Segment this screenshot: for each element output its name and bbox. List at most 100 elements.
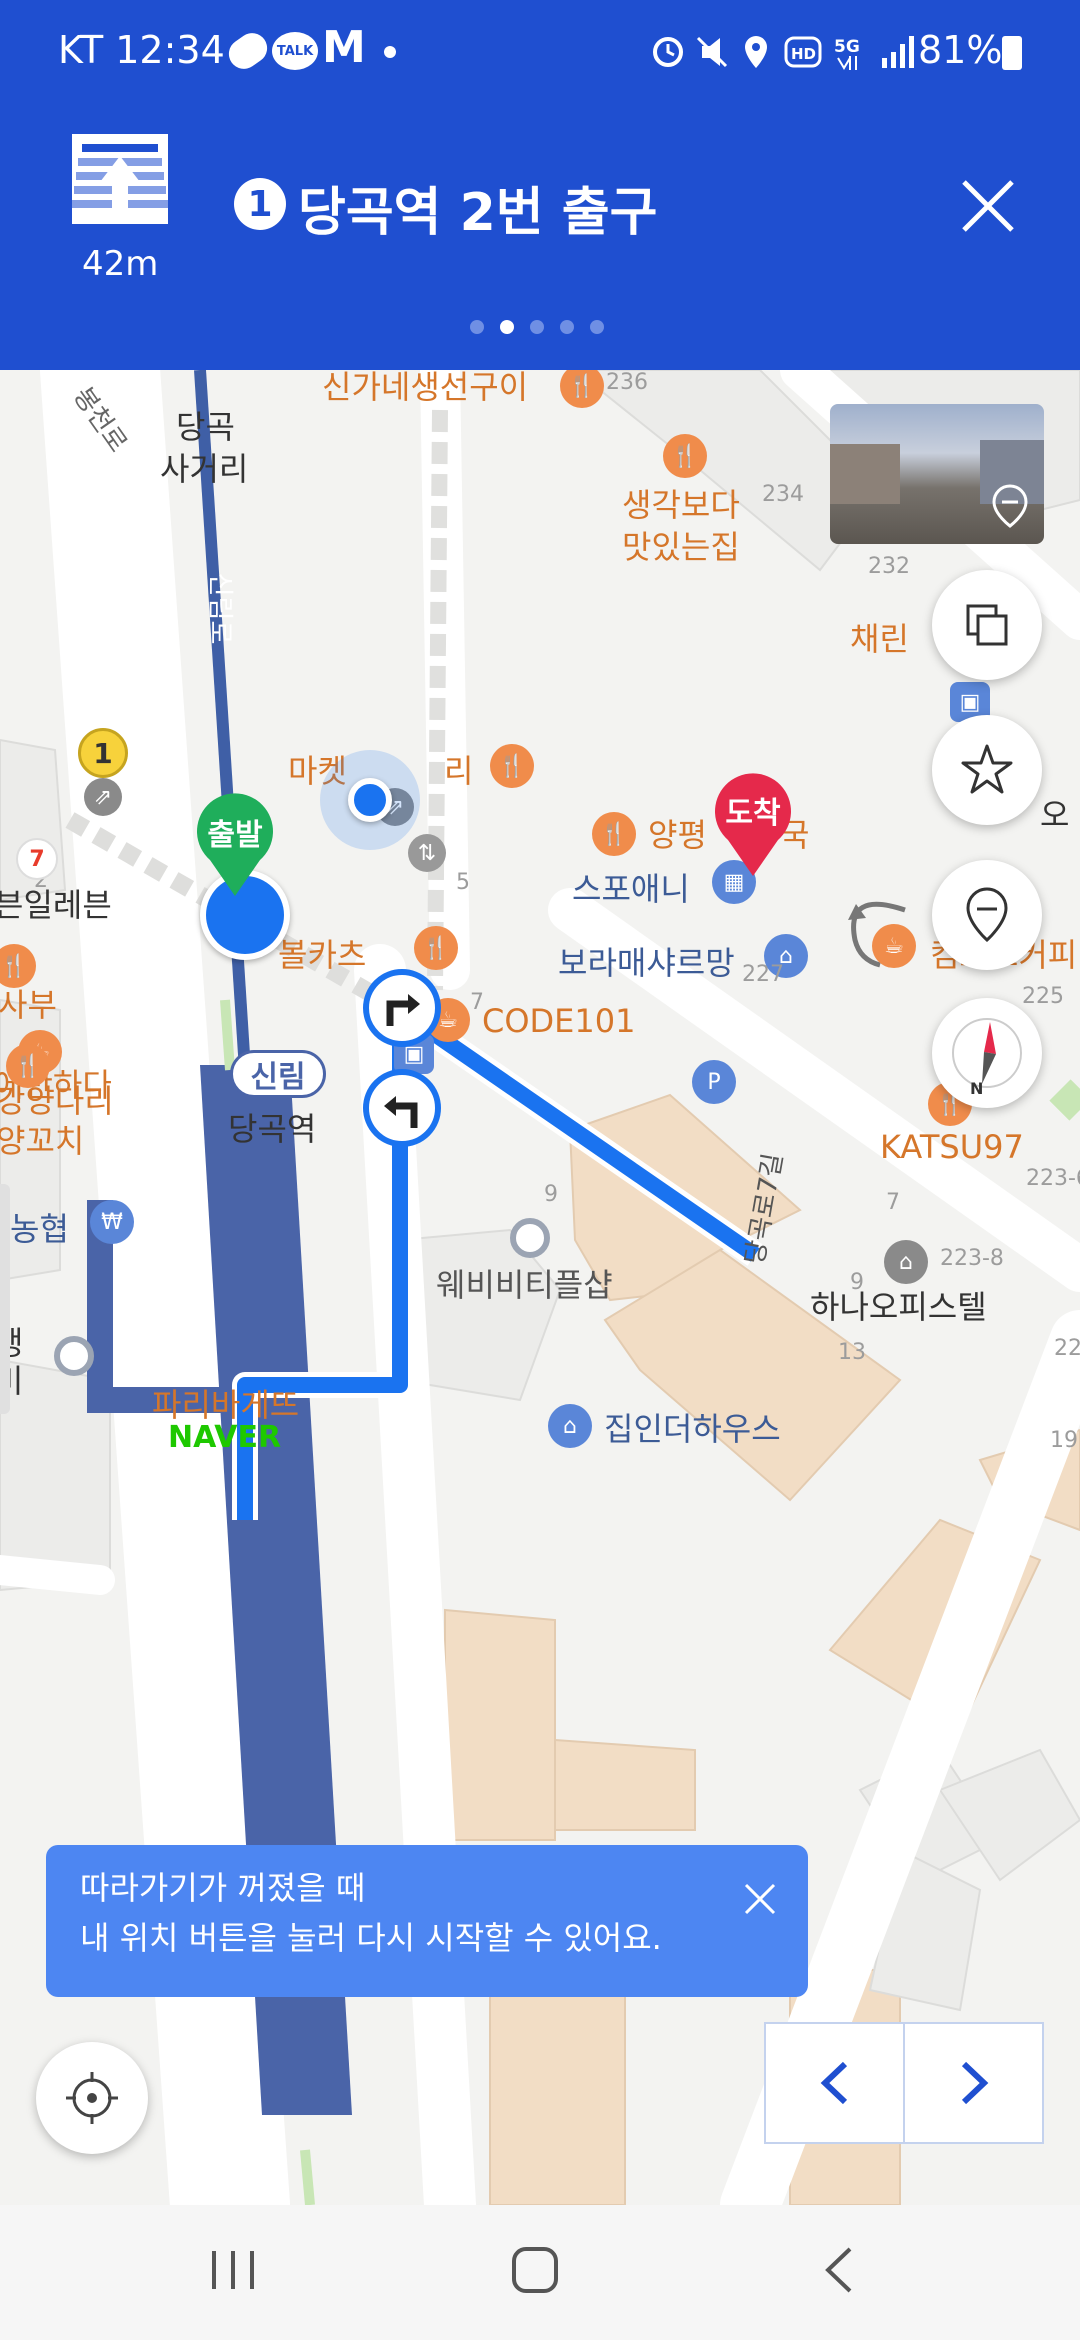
- star-icon: [961, 744, 1013, 794]
- pill-icon: [223, 27, 273, 75]
- navigation-header: KT 12:34 TALK M HD 5G 81% 42m 1 당곡역 2번 출…: [0, 0, 1080, 370]
- restaurant-icon: 🍴: [490, 744, 534, 788]
- address-number: 232: [868, 554, 910, 579]
- compass-icon: N: [952, 1018, 1022, 1098]
- nav-back-icon[interactable]: [820, 2245, 860, 2295]
- bank-icon: ₩: [90, 1200, 134, 1244]
- naver-logo: NAVER: [168, 1420, 282, 1455]
- more-notifications-icon: [384, 46, 396, 58]
- building-shape: [830, 444, 900, 504]
- address-number: 223-8: [940, 1246, 1004, 1271]
- poi-label: 보라매샤르망: [558, 944, 735, 982]
- compass-button[interactable]: N: [932, 998, 1042, 1108]
- status-time: KT 12:34: [58, 28, 225, 72]
- address-number: 9: [544, 1182, 558, 1207]
- layers-icon: [966, 604, 1008, 646]
- address-number: 234: [762, 482, 804, 507]
- chevron-right-icon: [961, 2061, 988, 2105]
- address-number: 7: [886, 1190, 900, 1215]
- my-location-icon: [66, 2072, 118, 2124]
- place-label: 당곡: [176, 408, 235, 446]
- place-label: 사거리: [160, 450, 249, 488]
- svg-text:5G: 5G: [834, 37, 860, 57]
- building-icon: ⌂: [884, 1240, 928, 1284]
- nav-recents-icon[interactable]: [208, 2245, 258, 2295]
- poi-label: KATSU97: [880, 1128, 1024, 1166]
- poi-label: 신가네생선구이: [322, 370, 529, 406]
- subway-exit-badge[interactable]: 1: [78, 728, 128, 778]
- end-pin-label: 도착: [725, 796, 781, 831]
- poi-label: 스포애니: [572, 870, 690, 908]
- route-turn-right-icon: [363, 969, 441, 1047]
- address-number: 225: [1022, 984, 1064, 1009]
- step-page-indicator[interactable]: [462, 320, 612, 340]
- stairs-exit-icon: [72, 134, 168, 224]
- poi-label: 채린: [850, 620, 909, 658]
- poi-label: 하나오피스텔: [810, 1288, 987, 1326]
- page-dot[interactable]: [470, 320, 484, 334]
- poi-label: 양평: [648, 816, 707, 854]
- page-dot[interactable]: [530, 320, 544, 334]
- poi-label: 집인더하우스: [604, 1410, 781, 1448]
- step-navigation: [764, 2022, 1044, 2144]
- poi-label: 생각보다: [622, 486, 740, 524]
- location-pin-icon: [992, 484, 1028, 528]
- close-icon[interactable]: [742, 1881, 778, 1917]
- address-number: 227: [742, 962, 784, 987]
- poi-label: 양꼬치: [0, 1122, 85, 1160]
- my-location-button[interactable]: [36, 2042, 148, 2154]
- escalator-icon: ⇗: [84, 778, 122, 816]
- elevator-icon: ⇅: [408, 834, 446, 872]
- restaurant-icon: 🍴: [414, 926, 458, 970]
- page-dot[interactable]: [560, 320, 574, 334]
- toast-line-2: 내 위치 버튼을 눌러 다시 시작할 수 있어요.: [80, 1919, 662, 1957]
- restaurant-icon: 🍴: [592, 812, 636, 856]
- system-navigation-bar: [0, 2205, 1080, 2340]
- battery-icon: [1002, 36, 1022, 70]
- nav-home-icon[interactable]: [510, 2245, 560, 2295]
- favorite-button[interactable]: [932, 715, 1042, 825]
- start-pin-label: 출발: [207, 818, 263, 853]
- side-panel-handle[interactable]: [0, 1184, 10, 1414]
- previous-step-button[interactable]: [766, 2024, 905, 2142]
- gmail-icon: M: [322, 22, 366, 73]
- route-turn-left-icon: [363, 1069, 441, 1147]
- battery-percent: 81%: [918, 28, 1003, 72]
- current-location-dot: [348, 778, 392, 822]
- address-number: 22: [1054, 1336, 1080, 1361]
- chevron-left-icon: [820, 2061, 847, 2105]
- parking-icon: P: [692, 1060, 736, 1104]
- road-label: 신림로: [204, 572, 235, 645]
- address-number: 13: [838, 1340, 866, 1365]
- svg-text:HD: HD: [791, 45, 816, 63]
- cafe-icon: ☕: [872, 924, 916, 968]
- next-step-button[interactable]: [905, 2024, 1042, 2142]
- step-title: 당곡역 2번 출구: [298, 183, 658, 243]
- street-view-thumbnail[interactable]: [830, 404, 1044, 544]
- poi-label: 오: [1040, 796, 1070, 834]
- target-marker-icon: [54, 1336, 94, 1376]
- poi-label: 리: [444, 752, 474, 790]
- kakaotalk-icon: TALK: [272, 32, 318, 70]
- station-label: 당곡역: [228, 1110, 317, 1148]
- location-pin-button[interactable]: [932, 860, 1042, 970]
- layers-button[interactable]: [932, 570, 1042, 680]
- address-number: 19: [1050, 1428, 1078, 1453]
- building-icon: ⌂: [548, 1404, 592, 1448]
- poi-label: 웨비비티플샵: [436, 1266, 613, 1304]
- page-dot[interactable]: [590, 320, 604, 334]
- poi-label: 븐일레븐: [0, 886, 112, 924]
- restaurant-icon: 🍴: [663, 434, 707, 478]
- follow-mode-toast: 따라가기가 꺼졌을 때 내 위치 버튼을 눌러 다시 시작할 수 있어요.: [46, 1845, 808, 1997]
- close-icon[interactable]: [958, 176, 1018, 236]
- address-number: 5: [456, 870, 470, 895]
- svg-text:N: N: [970, 1079, 983, 1098]
- page-dot-active[interactable]: [500, 320, 514, 334]
- seven-eleven-icon: 7: [16, 838, 58, 880]
- poi-label: 사부: [0, 986, 57, 1024]
- step-number-badge: 1: [234, 178, 286, 230]
- address-number: 236: [606, 370, 648, 395]
- poi-label: 맛있는집: [622, 528, 740, 566]
- poi-label: CODE101: [482, 1002, 636, 1040]
- distance-label: 42m: [82, 244, 159, 284]
